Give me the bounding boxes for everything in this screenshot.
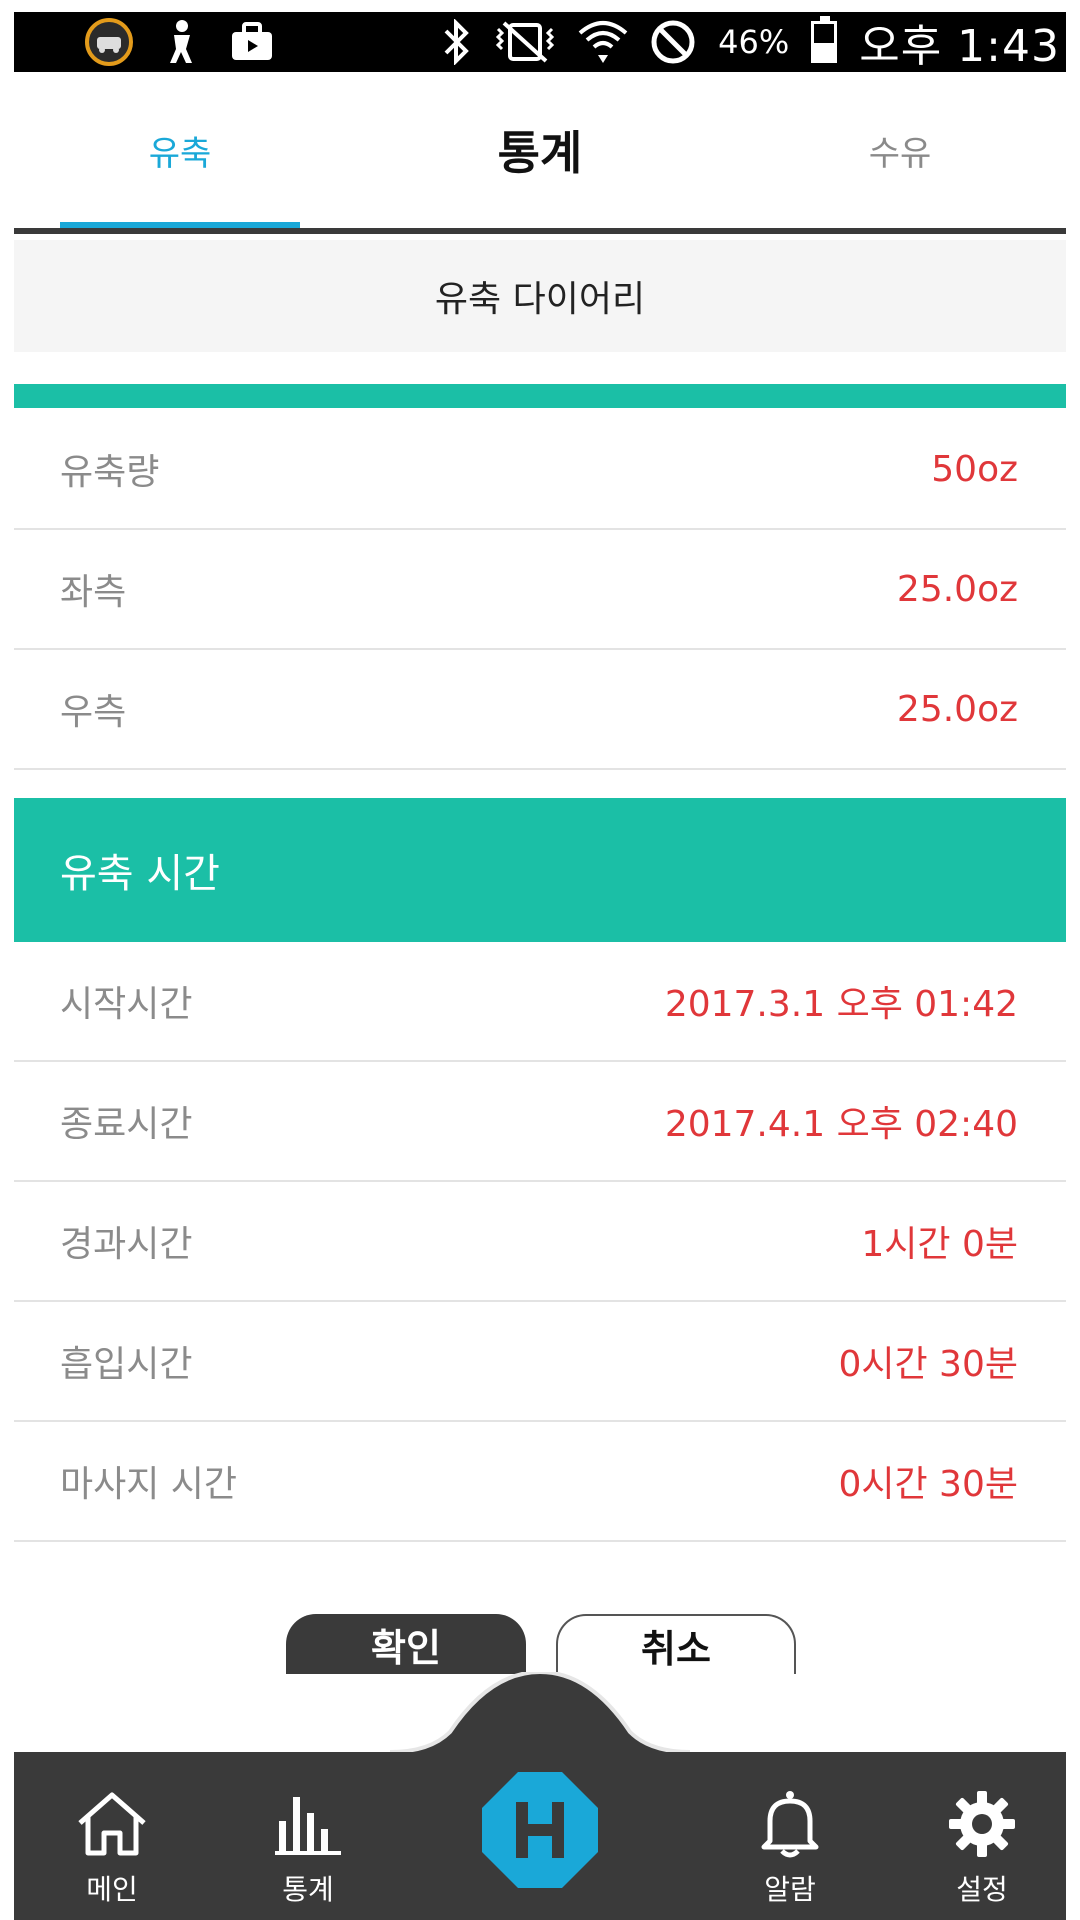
- battery-icon: [811, 16, 838, 63]
- nav-label-settings: 설정: [956, 1873, 1008, 1906]
- do-not-disturb-icon: [650, 19, 696, 65]
- list-item[interactable]: 경과시간 1시간 0분: [14, 1182, 1066, 1302]
- row-label: 경과시간: [60, 1224, 193, 1265]
- status-bar: 46% 오후 1:43: [14, 12, 1066, 72]
- list-item[interactable]: 유축량 50oz: [14, 410, 1066, 530]
- nav-label-alarm: 알람: [764, 1873, 816, 1906]
- wifi-icon: [578, 19, 628, 65]
- nav-item-main[interactable]: 메인: [42, 1752, 182, 1920]
- nav-item-stats[interactable]: 통계: [238, 1752, 378, 1920]
- car-app-icon: [84, 17, 134, 67]
- page-title: 유축 다이어리: [14, 240, 1066, 352]
- row-label: 흡입시간: [60, 1344, 193, 1385]
- row-label: 유축량: [60, 452, 160, 493]
- list-item[interactable]: 종료시간 2017.4.1 오후 02:40: [14, 1062, 1066, 1182]
- nav-label-stats: 통계: [282, 1873, 334, 1906]
- active-tab-indicator: [60, 222, 300, 228]
- tab-pumping[interactable]: 유축: [60, 72, 300, 228]
- battery-percent: 46%: [718, 23, 790, 61]
- row-label: 종료시간: [60, 1104, 193, 1145]
- tab-statistics[interactable]: 통계: [420, 72, 660, 228]
- row-value: 25.0oz: [896, 568, 1018, 610]
- person-icon: [164, 19, 200, 65]
- nav-item-alarm[interactable]: 알람: [720, 1752, 860, 1920]
- row-value: 50oz: [931, 448, 1018, 490]
- briefcase-icon: [230, 22, 274, 62]
- row-label: 마사지 시간: [60, 1464, 238, 1505]
- vibrate-mute-icon: [494, 19, 556, 65]
- confirm-button[interactable]: 확인: [286, 1614, 526, 1674]
- list-item[interactable]: 흡입시간 0시간 30분: [14, 1302, 1066, 1422]
- app-screen: 46% 오후 1:43 유축 통계 수유 유축 다이어리 유축량 50oz 좌측…: [0, 0, 1080, 1920]
- row-label: 좌측: [60, 572, 127, 613]
- home-icon: [74, 1788, 150, 1860]
- cancel-button[interactable]: 취소: [556, 1614, 796, 1674]
- bar-chart-icon: [273, 1788, 343, 1860]
- section-header-strip: [14, 384, 1066, 408]
- list-item[interactable]: 우측 25.0oz: [14, 650, 1066, 770]
- clock: 오후 1:43: [859, 21, 1060, 72]
- nav-item-settings[interactable]: 설정: [912, 1752, 1052, 1920]
- top-tabs: 유축 통계 수유: [14, 72, 1066, 234]
- nav-label-main: 메인: [86, 1873, 138, 1906]
- row-value: 1시간 0분: [861, 1224, 1018, 1265]
- bluetooth-icon: [442, 19, 472, 65]
- row-value: 25.0oz: [896, 688, 1018, 730]
- tab-feeding[interactable]: 수유: [780, 72, 1020, 228]
- home-logo-icon[interactable]: [478, 1768, 602, 1892]
- row-label: 우측: [60, 692, 127, 733]
- list-item[interactable]: 좌측 25.0oz: [14, 530, 1066, 650]
- section-header-pumping-time: 유축 시간: [14, 798, 1066, 942]
- row-value: 2017.4.1 오후 02:40: [664, 1104, 1018, 1145]
- gear-icon: [947, 1788, 1017, 1860]
- row-label: 시작시간: [60, 984, 193, 1025]
- row-value: 0시간 30분: [838, 1464, 1018, 1505]
- row-value: 2017.3.1 오후 01:42: [664, 984, 1018, 1025]
- list-item[interactable]: 마사지 시간 0시간 30분: [14, 1422, 1066, 1542]
- list-item[interactable]: 시작시간 2017.3.1 오후 01:42: [14, 942, 1066, 1062]
- bell-icon: [760, 1788, 820, 1860]
- row-value: 0시간 30분: [838, 1344, 1018, 1385]
